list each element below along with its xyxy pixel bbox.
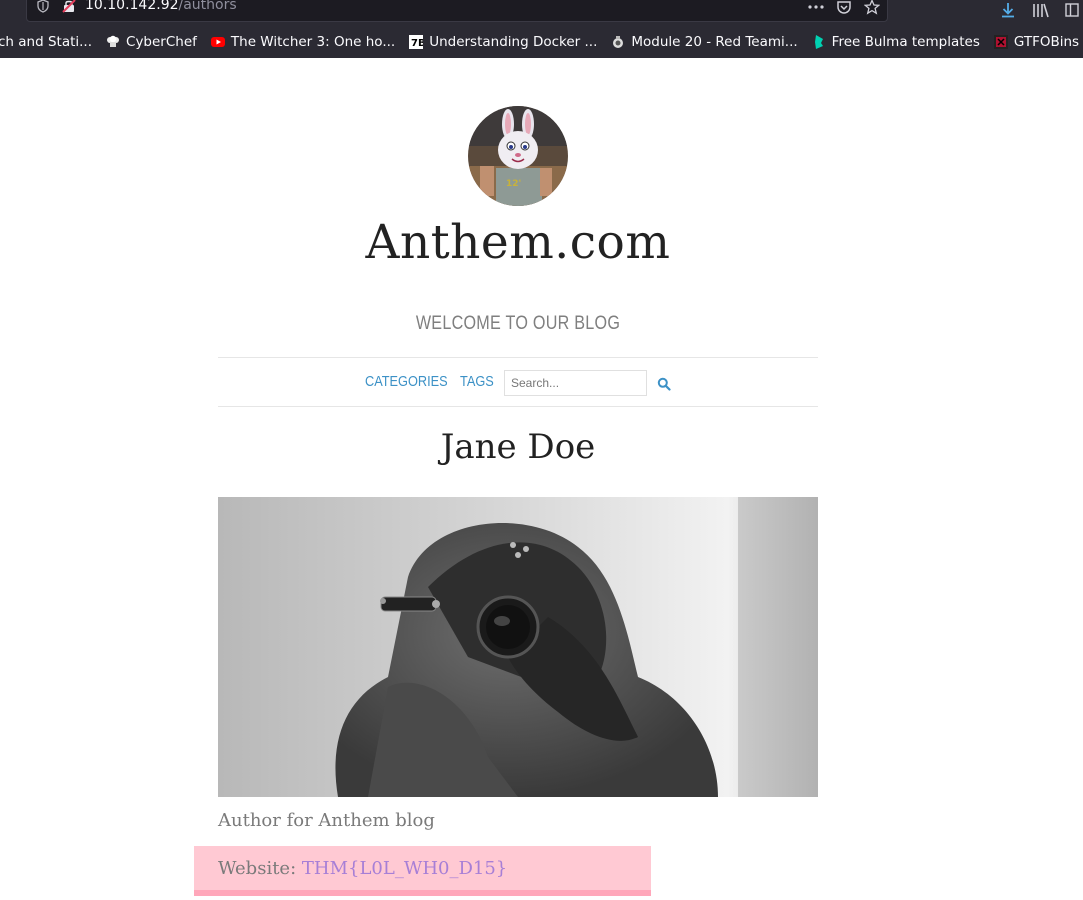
sidebar-icon[interactable]	[1063, 1, 1081, 19]
bookmark-item[interactable]: 7B Understanding Docker ...	[409, 34, 597, 50]
svg-text:12': 12'	[506, 179, 521, 189]
browser-chrome: 10.10.142.92/authors ch and Stati... Cyb…	[0, 0, 1083, 58]
address-bar[interactable]: 10.10.142.92/authors	[26, 0, 888, 22]
bookmark-label: The Witcher 3: One ho...	[230, 34, 396, 50]
bookmark-item[interactable]: CyberChef	[106, 34, 197, 50]
youtube-icon	[210, 37, 225, 47]
docker-article-icon: 7B	[409, 35, 424, 49]
downloads-icon[interactable]	[999, 1, 1017, 19]
search-input[interactable]	[504, 370, 647, 396]
url-text[interactable]: 10.10.142.92/authors	[85, 0, 237, 13]
module-icon	[613, 36, 624, 48]
bookmark-label: Module 20 - Red Teami...	[631, 34, 798, 50]
chef-hat-icon	[107, 35, 120, 47]
bookmark-item[interactable]: The Witcher 3: One ho...	[210, 34, 396, 50]
author-name: Jane Doe	[440, 427, 596, 467]
bookmark-item[interactable]: GTFOBins	[993, 34, 1080, 50]
search-icon[interactable]	[657, 377, 671, 391]
website-link[interactable]: THM{L0L_WH0_D15}	[302, 858, 507, 879]
bookmark-item[interactable]: ch and Stati...	[0, 34, 92, 50]
gtfobins-icon	[993, 35, 1008, 49]
nav-tags-link[interactable]: TAGS	[460, 373, 494, 390]
url-path: /authors	[178, 0, 237, 13]
bookmark-item[interactable]: Free Bulma templates	[812, 34, 980, 50]
author-website: Website: THM{L0L_WH0_D15}	[218, 858, 507, 879]
pocket-icon[interactable]	[835, 0, 853, 16]
svg-text:7B: 7B	[411, 38, 423, 49]
url-host: 10.10.142.92	[85, 0, 179, 13]
author-bio: Author for Anthem blog	[218, 810, 435, 831]
bookmark-label: Understanding Docker ...	[429, 34, 598, 50]
author-photo	[218, 497, 818, 797]
bookmark-label: Free Bulma templates	[831, 34, 980, 50]
bulma-icon	[814, 35, 823, 49]
site-title[interactable]: Anthem.com	[0, 215, 1036, 270]
page-actions-icon[interactable]	[807, 0, 825, 16]
site-avatar: 12'	[468, 106, 568, 206]
website-label: Website:	[218, 858, 302, 879]
bookmark-label: ch and Stati...	[0, 34, 93, 50]
bookmark-label: GTFOBins	[1013, 34, 1080, 50]
bookmarks-toolbar: ch and Stati... CyberChef The Witcher 3:…	[0, 30, 1083, 54]
bunny-mascot-image: 12'	[468, 106, 568, 206]
library-icon[interactable]	[1031, 1, 1049, 19]
main-nav: CATEGORIES TAGS	[218, 357, 818, 407]
blog-page: 12' Anthem.com WELCOME TO OUR BLOG CATEG…	[0, 58, 1083, 900]
author-website-highlight: Website: THM{L0L_WH0_D15}	[194, 846, 651, 896]
nav-categories-link[interactable]: CATEGORIES	[365, 373, 448, 390]
plague-doctor-image	[218, 497, 818, 797]
shield-icon[interactable]	[36, 0, 50, 13]
site-description: WELCOME TO OUR BLOG	[415, 313, 621, 334]
insecure-lock-icon[interactable]	[62, 0, 76, 13]
bookmark-label: CyberChef	[126, 34, 197, 50]
bookmark-star-icon[interactable]	[863, 0, 881, 16]
bookmark-item[interactable]: Module 20 - Red Teami...	[611, 34, 798, 50]
